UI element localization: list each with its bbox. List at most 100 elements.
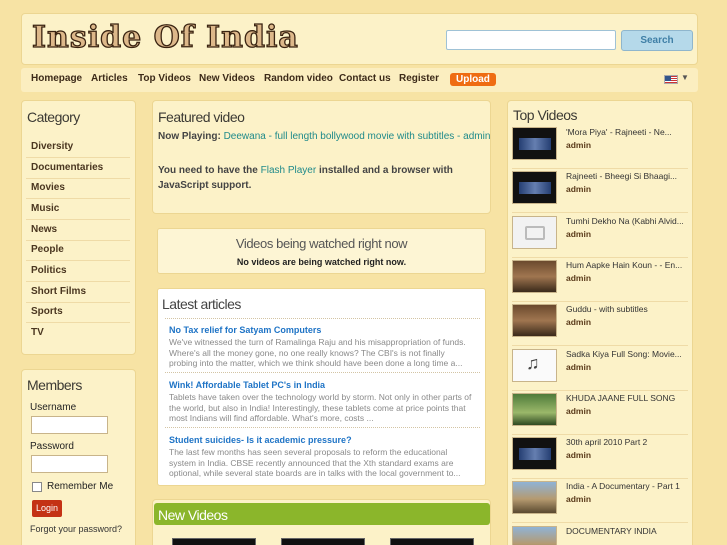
top-video-item[interactable]: ♫ Sadka Kiya Full Song: Movie... admin [512, 347, 688, 391]
article-title-tablet[interactable]: Wink! Affordable Tablet PC's in India [169, 380, 325, 390]
article-excerpt: The last few months has seen several pro… [169, 447, 461, 478]
category-item-news[interactable]: News [26, 220, 130, 241]
video-camera-icon [525, 225, 545, 240]
search-button[interactable]: Search [621, 30, 693, 51]
top-video-author[interactable]: admin [566, 140, 591, 150]
video-thumbnail[interactable] [512, 215, 557, 249]
top-video-title[interactable]: Tumhi Dekho Na (Kabhi Alvid... [566, 216, 686, 226]
top-video-title[interactable]: Sadka Kiya Full Song: Movie... [566, 349, 686, 359]
new-video-thumbnail[interactable] [390, 538, 474, 545]
top-video-item[interactable]: KHUDA JAANE FULL SONG admin [512, 391, 688, 435]
top-video-author[interactable]: admin [566, 406, 591, 416]
article-title-satyam[interactable]: No Tax relief for Satyam Computers [169, 325, 321, 335]
top-video-title[interactable]: KHUDA JAANE FULL SONG [566, 393, 686, 403]
site-logo[interactable]: Inside Of India [31, 19, 299, 55]
featured-title: Featured video [158, 109, 245, 125]
category-item-tv[interactable]: TV [26, 323, 130, 344]
category-item-politics[interactable]: Politics [26, 261, 130, 282]
flash-text-1: You need to have the [158, 165, 258, 176]
article-excerpt: Tablets have taken over the technology w… [169, 392, 472, 423]
language-dropdown-caret-icon[interactable]: ▼ [681, 73, 689, 82]
article-divider [165, 318, 480, 319]
article-excerpt: We've witnessed the turn of Ramalinga Ra… [169, 337, 466, 368]
latest-articles-title: Latest articles [162, 296, 241, 312]
upload-button[interactable]: Upload [450, 73, 496, 86]
nav-random-video[interactable]: Random video [264, 73, 333, 84]
now-playing-label: Now Playing: [158, 131, 221, 142]
top-video-item[interactable]: Guddu - with subtitles admin [512, 302, 688, 347]
top-video-author[interactable]: admin [566, 273, 591, 283]
category-item-people[interactable]: People [26, 240, 130, 261]
top-video-title[interactable]: India - A Documentary - Part 1 [566, 481, 686, 491]
password-label: Password [30, 441, 74, 452]
new-video-thumbnail[interactable] [281, 538, 365, 545]
top-video-item[interactable]: Tumhi Dekho Na (Kabhi Alvid... admin [512, 214, 688, 258]
article-divider [165, 427, 480, 428]
thumbnail-scene [519, 448, 551, 461]
video-thumbnail[interactable] [512, 127, 557, 160]
nav-top-videos[interactable]: Top Videos [138, 73, 191, 84]
video-thumbnail[interactable] [512, 304, 557, 338]
password-field[interactable] [31, 455, 108, 473]
top-video-item[interactable]: 30th april 2010 Part 2 admin [512, 435, 688, 480]
category-item-diversity[interactable]: Diversity [26, 137, 130, 158]
remember-me-checkbox[interactable] [32, 482, 42, 492]
watching-now-empty: No videos are being watched right now. [236, 257, 407, 267]
now-playing-link[interactable]: Deewana - full length bollywood movie wi… [224, 131, 491, 142]
flash-notice: You need to have the Flash Player instal… [158, 163, 478, 193]
new-videos-title: New Videos [158, 507, 228, 523]
now-playing-line: Now Playing: Deewana - full length bolly… [158, 131, 490, 142]
top-video-title[interactable]: Rajneeti - Bheegi Si Bhaagi... [566, 171, 686, 181]
nav-contact-us[interactable]: Contact us [339, 73, 391, 84]
top-video-item[interactable]: India - A Documentary - Part 1 admin [512, 479, 688, 524]
top-video-title[interactable]: Guddu - with subtitles [566, 304, 686, 314]
nav-new-videos[interactable]: New Videos [199, 73, 255, 84]
top-video-author[interactable]: admin [566, 184, 591, 194]
top-video-author[interactable]: admin [566, 450, 591, 460]
username-field[interactable] [31, 416, 108, 434]
category-item-sports[interactable]: Sports [26, 302, 130, 323]
top-video-author[interactable]: admin [566, 229, 591, 239]
top-video-author[interactable]: admin [566, 317, 591, 327]
forgot-password-link[interactable]: Forgot your password? [30, 524, 122, 534]
top-videos-title: Top Videos [513, 107, 578, 123]
video-thumbnail[interactable] [512, 437, 557, 471]
nav-register[interactable]: Register [399, 73, 439, 84]
flash-player-link[interactable]: Flash Player [261, 165, 317, 176]
new-video-thumbnail[interactable] [172, 538, 256, 545]
category-item-short-films[interactable]: Short Films [26, 282, 130, 303]
members-title: Members [27, 377, 82, 393]
top-video-item[interactable]: Rajneeti - Bheegi Si Bhaagi... admin [512, 169, 688, 214]
remember-me-label: Remember Me [47, 481, 114, 492]
article-title-suicides[interactable]: Student suicides- Is it academic pressur… [169, 435, 352, 445]
search-input[interactable] [446, 30, 616, 50]
watching-now-title: Videos being watched right now [235, 236, 408, 251]
top-video-author[interactable]: admin [566, 494, 591, 504]
top-video-title[interactable]: 'Mora Piya' - Rajneeti - Ne... [566, 127, 686, 137]
video-thumbnail[interactable] [512, 259, 557, 293]
top-video-item[interactable]: DOCUMENTARY INDIA [512, 524, 688, 545]
top-video-title[interactable]: Hum Aapke Hain Koun - - En... [566, 260, 686, 270]
video-thumbnail[interactable] [512, 525, 557, 545]
nav-articles[interactable]: Articles [91, 73, 128, 84]
flag-canton [665, 76, 671, 81]
top-video-item[interactable]: 'Mora Piya' - Rajneeti - Ne... admin [512, 125, 688, 169]
top-video-title[interactable]: DOCUMENTARY INDIA [566, 526, 686, 536]
video-thumbnail[interactable]: ♫ [512, 348, 557, 382]
top-video-title[interactable]: 30th april 2010 Part 2 [566, 437, 686, 447]
username-label: Username [30, 402, 77, 413]
article-divider [165, 372, 480, 373]
top-video-item[interactable]: Hum Aapke Hain Koun - - En... admin [512, 258, 688, 302]
video-thumbnail[interactable] [512, 392, 557, 426]
music-note-icon: ♫ [526, 352, 540, 373]
category-item-music[interactable]: Music [26, 199, 130, 220]
category-item-documentaries[interactable]: Documentaries [26, 158, 130, 179]
video-thumbnail[interactable] [512, 171, 557, 205]
category-title: Category [27, 109, 80, 125]
nav-homepage[interactable]: Homepage [31, 73, 82, 84]
category-item-movies[interactable]: Movies [26, 178, 130, 199]
watching-now-box [157, 228, 486, 274]
login-button[interactable]: Login [32, 500, 62, 517]
top-video-author[interactable]: admin [566, 362, 591, 372]
video-thumbnail[interactable] [512, 481, 557, 515]
